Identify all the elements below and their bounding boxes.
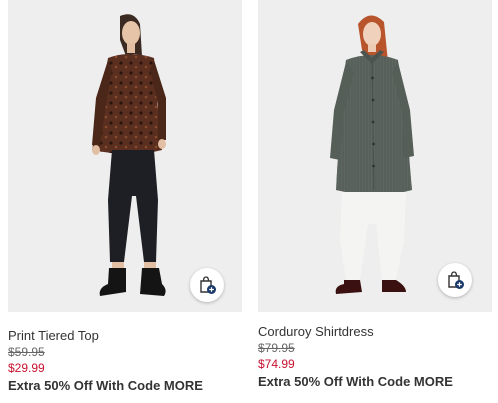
shopping-bag-add-icon [200,276,216,294]
shopping-bag-add-icon [448,271,464,289]
original-price: $79.95 [258,341,295,355]
sale-price: $29.99 [8,361,45,375]
model-figure [92,14,166,296]
product-card[interactable]: Corduroy Shirtdress $79.95 $74.99 Extra … [258,0,492,390]
product-name[interactable]: Print Tiered Top [8,328,242,344]
promo-text: Extra 50% Off With Code MORE [258,374,453,389]
product-image[interactable] [8,0,242,312]
add-to-bag-button[interactable] [438,263,472,297]
product-image[interactable] [258,0,492,312]
add-to-bag-button[interactable] [190,268,224,302]
promo-text: Extra 50% Off With Code MORE [8,378,203,393]
product-info: Corduroy Shirtdress $79.95 $74.99 Extra … [258,324,492,390]
product-card[interactable]: Print Tiered Top $59.95 $29.99 Extra 50%… [8,0,242,394]
product-name[interactable]: Corduroy Shirtdress [258,324,492,340]
product-info: Print Tiered Top $59.95 $29.99 Extra 50%… [8,328,242,394]
original-price: $59.95 [8,345,45,359]
sale-price: $74.99 [258,357,295,371]
